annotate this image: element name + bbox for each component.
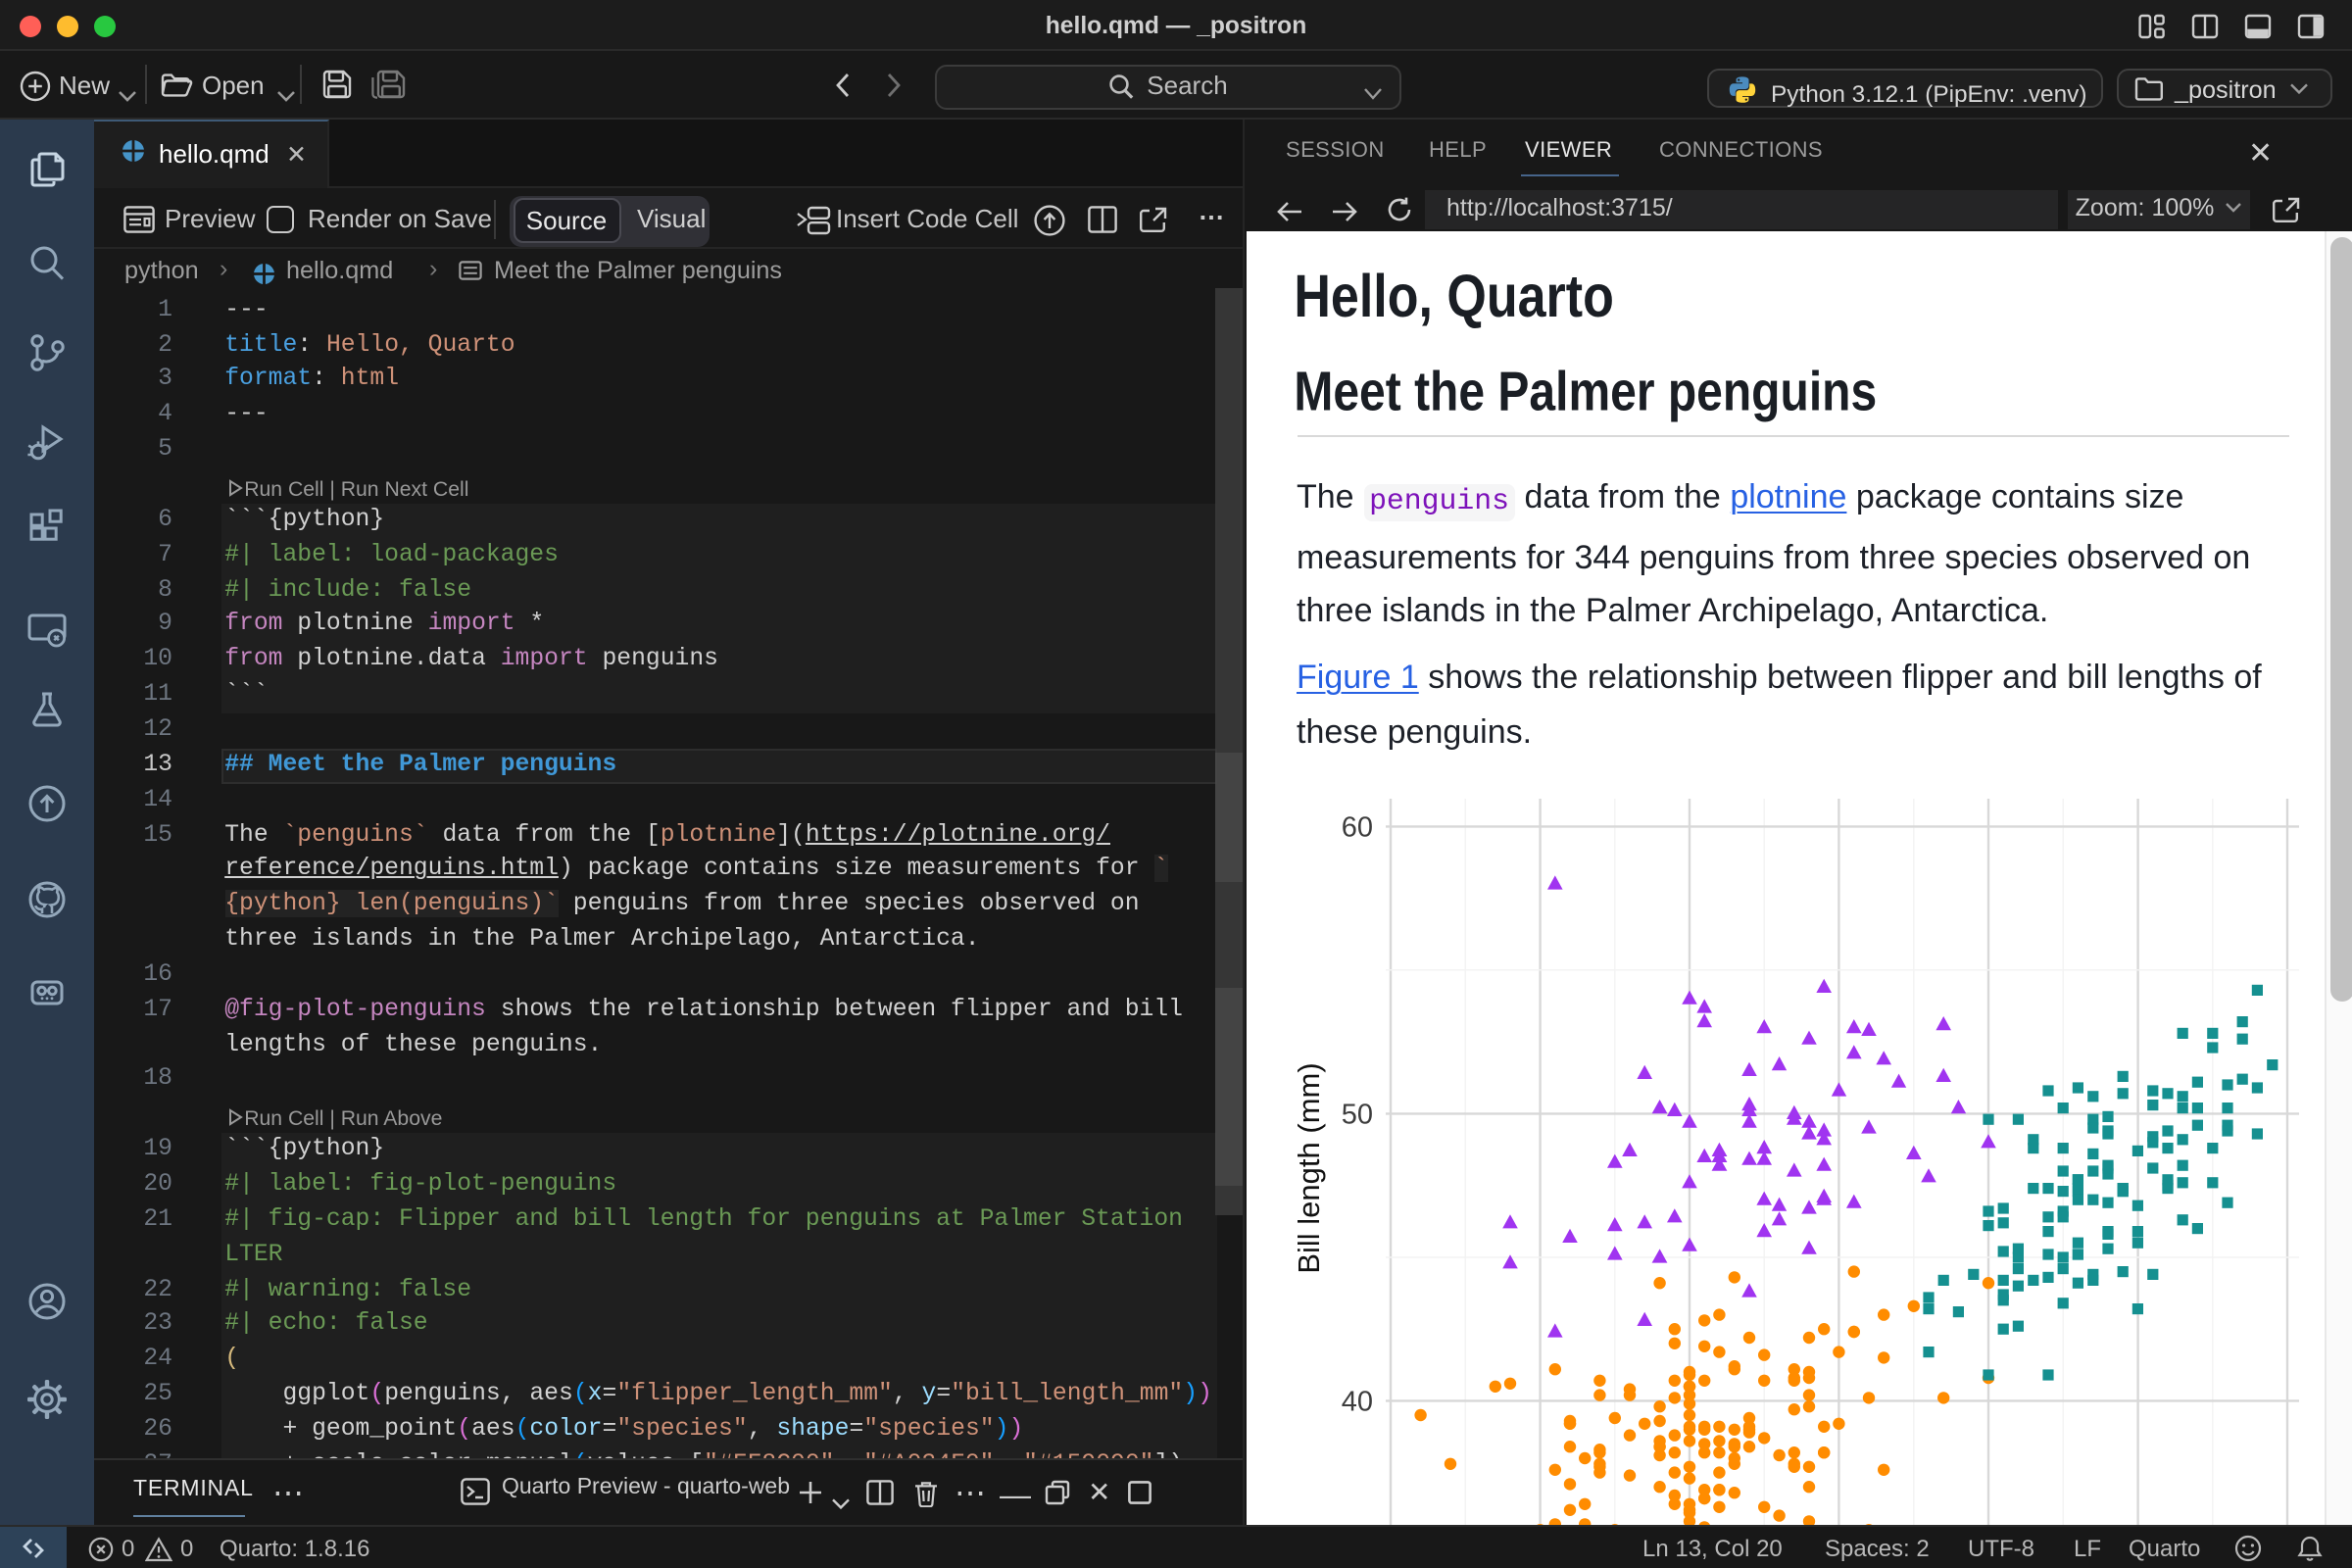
svg-text:Bill length (mm): Bill length (mm) bbox=[1292, 1062, 1326, 1273]
svg-text:50: 50 bbox=[1342, 1099, 1373, 1130]
svg-text:60: 60 bbox=[1342, 811, 1373, 843]
svg-text:40: 40 bbox=[1342, 1386, 1373, 1417]
